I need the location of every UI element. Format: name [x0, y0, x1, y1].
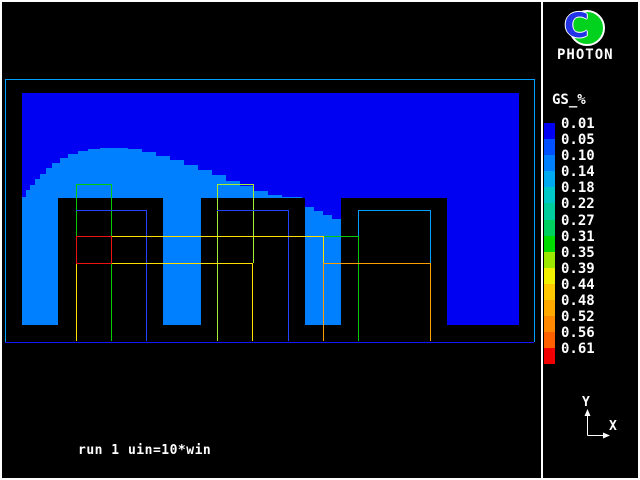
- legend-swatch: [544, 252, 555, 268]
- app-title: PHOTON: [557, 47, 614, 63]
- legend-title: GS_%: [552, 92, 586, 108]
- legend-value: 0.35: [561, 245, 595, 261]
- legend-swatch: [544, 236, 555, 252]
- status-text: run 1 uin=10*win: [78, 443, 211, 458]
- legend-value: 0.44: [561, 277, 595, 293]
- sidebar: C PHOTON GS_% 0.010.050.100.140.180.220.…: [543, 2, 638, 478]
- photon-logo-icon: C: [569, 10, 605, 46]
- legend-value: 0.01: [561, 116, 595, 132]
- axis-x-label: X: [609, 419, 617, 434]
- legend-swatch: [544, 284, 555, 300]
- legend-value: 0.18: [561, 180, 595, 196]
- legend-value: 0.48: [561, 293, 595, 309]
- legend-row: 0.61: [543, 348, 638, 364]
- legend-value: 0.52: [561, 309, 595, 325]
- legend-value: 0.56: [561, 325, 595, 341]
- legend-swatch: [544, 300, 555, 316]
- legend-swatch: [544, 348, 555, 364]
- legend-swatch: [544, 316, 555, 332]
- color-legend: 0.010.050.100.140.180.220.270.310.350.39…: [543, 123, 638, 364]
- legend-value: 0.31: [561, 229, 595, 245]
- legend-value: 0.61: [561, 341, 595, 357]
- legend-swatch: [544, 155, 555, 171]
- legend-value: 0.22: [561, 196, 595, 212]
- legend-swatch: [544, 171, 555, 187]
- legend-swatch: [544, 220, 555, 236]
- legend-swatch: [544, 187, 555, 203]
- legend-swatch: [544, 203, 555, 219]
- legend-swatch: [544, 268, 555, 284]
- legend-swatch: [544, 332, 555, 348]
- legend-value: 0.27: [561, 213, 595, 229]
- legend-swatch: [544, 123, 555, 139]
- legend-value: 0.10: [561, 148, 595, 164]
- logo-c-glyph: C: [564, 8, 589, 44]
- photon-app: { "branding": { "app_name": "PHOTON", "l…: [0, 0, 640, 480]
- legend-value: 0.14: [561, 164, 595, 180]
- legend-value: 0.39: [561, 261, 595, 277]
- legend-swatch: [544, 139, 555, 155]
- legend-value: 0.05: [561, 132, 595, 148]
- axis-indicator: Y X: [573, 395, 633, 445]
